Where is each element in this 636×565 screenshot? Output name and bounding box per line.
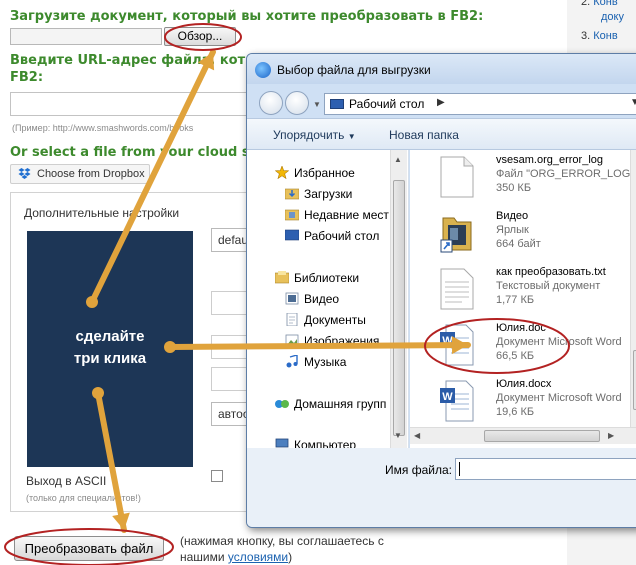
- terms-note: (нажимая кнопку, вы соглашаетесь с нашим…: [180, 533, 384, 565]
- url-input[interactable]: [10, 92, 260, 116]
- back-button[interactable]: [259, 91, 283, 115]
- annotation-line-2: три клика: [73, 350, 147, 367]
- libraries-icon: [275, 271, 289, 284]
- new-folder-button[interactable]: Новая папка: [389, 128, 459, 142]
- url-example: (Пример: http://www.smashwords.com/books: [12, 123, 194, 133]
- downloads-folder-icon: [285, 188, 299, 200]
- shortcut-folder-icon: [440, 217, 472, 253]
- file-path-field[interactable]: [10, 28, 162, 45]
- text-caret: [459, 462, 460, 476]
- file-item[interactable]: W Юлия.docx Документ Microsoft Word 19,6…: [420, 376, 636, 430]
- advanced-settings-title: Дополнительные настройки: [24, 206, 180, 220]
- sidebar-item-2-cont[interactable]: доку: [601, 11, 624, 23]
- dialog-titlebar[interactable]: Выбор файла для выгрузки: [247, 54, 636, 84]
- dialog-toolbar: Упорядочить ▼ Новая папка: [247, 118, 636, 150]
- dialog-title: Выбор файла для выгрузки: [277, 63, 431, 77]
- terms-prefix: нашими: [180, 550, 228, 564]
- star-icon: [275, 166, 289, 179]
- cloud-heading: Or select a file from your cloud s: [10, 145, 250, 160]
- word-docx-icon: W: [440, 380, 474, 422]
- scroll-up-icon: ▲: [394, 155, 402, 164]
- ascii-note: (только для специалистов!): [26, 493, 141, 503]
- history-dropdown-icon[interactable]: ▼: [313, 100, 321, 109]
- organize-dropdown-icon: ▼: [347, 132, 356, 141]
- filename-row: Имя файла:: [247, 448, 636, 527]
- file-item[interactable]: Видео Ярлык 664 байт: [420, 208, 636, 262]
- scroll-right-icon: ▶: [608, 431, 615, 440]
- organize-button[interactable]: Упорядочить ▼: [273, 128, 356, 142]
- browser-icon: [255, 62, 271, 78]
- navigation-pane: Избранное Загрузки Недавние мест Рабочий…: [247, 150, 409, 448]
- ascii-label: Выход в ASCII: [26, 474, 107, 488]
- scroll-down-icon: ▼: [394, 431, 402, 440]
- navigation-scrollbar[interactable]: ▲ ▼: [390, 150, 407, 448]
- pictures-library-icon: [285, 334, 299, 347]
- text-file-icon: [440, 268, 474, 310]
- file-list-scrollbar[interactable]: [630, 150, 636, 427]
- url-heading: Введите URL-адрес файла, кот: [10, 53, 246, 68]
- desktop-icon: [285, 229, 299, 241]
- address-text: Рабочий стол: [349, 97, 425, 111]
- address-dropdown-icon[interactable]: ▼: [630, 97, 636, 108]
- annotation-line-1: сделайте: [75, 328, 145, 345]
- breadcrumb-arrow-icon[interactable]: ▶: [437, 97, 445, 108]
- horizontal-scroll-thumb[interactable]: [484, 430, 600, 442]
- navigation-row: ▼ Рабочий стол ▶ ▼: [247, 84, 636, 118]
- homegroup-icon: [275, 400, 289, 408]
- svg-text:W: W: [442, 391, 453, 403]
- filename-label: Имя файла:: [385, 463, 452, 477]
- upload-heading: Загрузите документ, который вы хотите пр…: [10, 9, 484, 24]
- scroll-left-icon: ◀: [414, 431, 421, 440]
- annotation-text: сделайте три клика: [27, 326, 193, 370]
- browse-button[interactable]: Обзор...: [164, 27, 236, 46]
- file-item[interactable]: как преобразовать.txt Текстовый документ…: [420, 264, 636, 318]
- ascii-checkbox[interactable]: [211, 470, 223, 482]
- documents-library-icon: [286, 313, 298, 326]
- terms-line-1: (нажимая кнопку, вы соглашаетесь с: [180, 534, 384, 548]
- horizontal-scrollbar[interactable]: ◀ ▶: [410, 427, 636, 444]
- generic-file-icon: [440, 156, 474, 198]
- navigation-scroll-thumb[interactable]: [393, 180, 405, 436]
- file-list-pane: vsesam.org_error_log Файл "ORG_ERROR_LOG…: [410, 150, 636, 448]
- url-heading-suffix: FB2:: [10, 70, 44, 85]
- music-library-icon: [286, 355, 298, 368]
- recent-places-icon: [285, 209, 299, 221]
- word-doc-icon: W: [440, 324, 474, 366]
- terms-suffix: ): [288, 550, 293, 564]
- desktop-icon: [330, 99, 344, 109]
- dropbox-label: Choose from Dropbox: [37, 168, 145, 180]
- dropbox-button[interactable]: Choose from Dropbox: [10, 164, 150, 184]
- video-library-icon: [285, 292, 299, 305]
- dropbox-icon: [18, 168, 31, 179]
- sidebar-item-2[interactable]: 2. Конв: [581, 0, 618, 8]
- sidebar-item-3[interactable]: 3. Конв: [581, 30, 618, 42]
- computer-icon: [275, 438, 289, 448]
- file-item-selected[interactable]: W Юлия.doc Документ Microsoft Word 66,5 …: [420, 320, 636, 374]
- file-open-dialog: Выбор файла для выгрузки ▼ Рабочий стол …: [246, 53, 636, 528]
- convert-button[interactable]: Преобразовать файл: [14, 536, 164, 561]
- forward-button[interactable]: [285, 91, 309, 115]
- svg-text:W: W: [442, 335, 453, 347]
- file-item[interactable]: vsesam.org_error_log Файл "ORG_ERROR_LOG…: [420, 152, 636, 206]
- address-bar[interactable]: Рабочий стол ▶ ▼: [324, 93, 636, 115]
- terms-link[interactable]: условиями: [228, 550, 288, 564]
- filename-input[interactable]: [455, 458, 636, 480]
